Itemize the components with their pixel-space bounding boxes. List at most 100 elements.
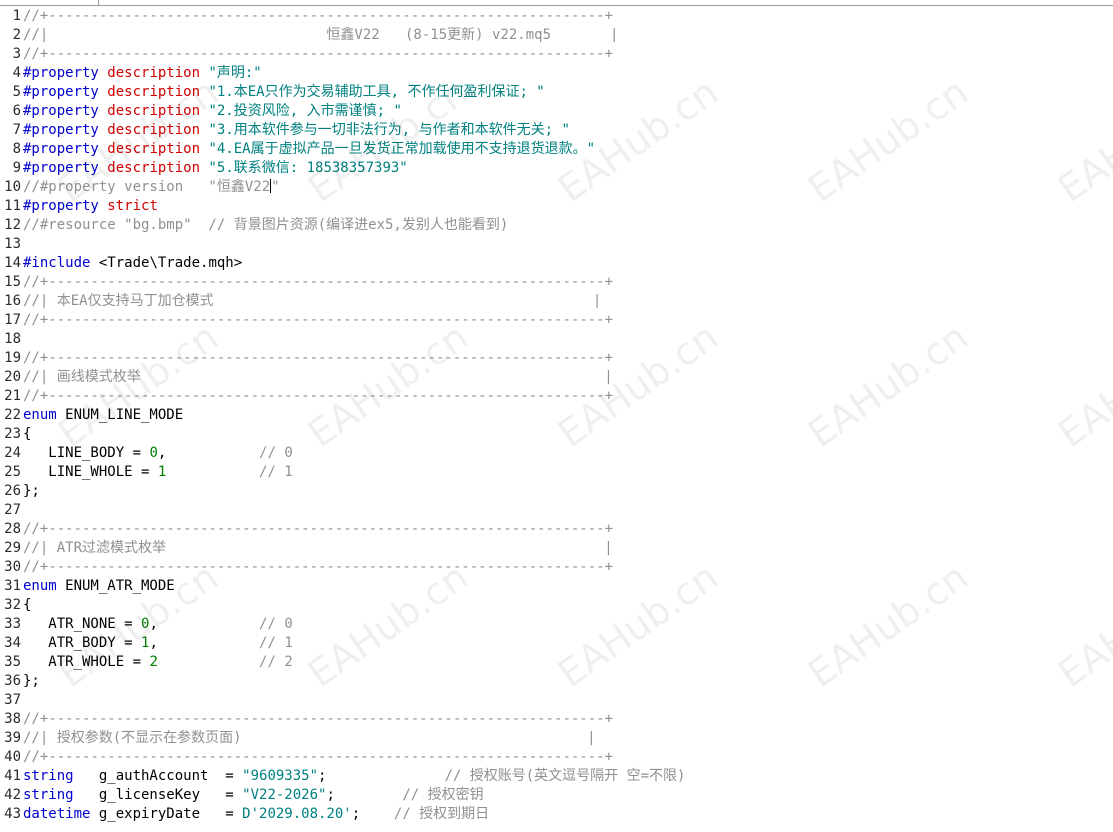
line-code: //+-------------------------------------…: [23, 387, 613, 406]
line-code: #property description "2.投资风险, 入市需谨慎; ": [23, 102, 402, 121]
string-literal-token: "4.EA属于虚拟产品一旦发货正常加载使用不支持退货退款。": [208, 141, 596, 157]
keyword-token: enum: [23, 578, 57, 594]
active-file-tab[interactable]: [0, 0, 99, 5]
line-number: 31: [4, 578, 21, 594]
string-literal-token: "5.联系微信: 18538357393": [208, 160, 408, 176]
line-number: 15: [4, 274, 21, 290]
code-token: ENUM_ATR_MODE: [56, 578, 175, 594]
line-code: {: [23, 425, 31, 444]
code-token: {: [23, 426, 32, 442]
line-number: 43: [4, 806, 21, 822]
line-code: //| ATR过滤模式枚举 |: [23, 539, 613, 558]
line-code: //+-------------------------------------…: [23, 45, 613, 64]
line-code: #property description "声明:": [23, 64, 262, 83]
code-editor[interactable]: 1//+------------------------------------…: [0, 7, 1113, 832]
property-name-token: description: [107, 122, 201, 138]
line-number: 39: [4, 730, 21, 746]
line-code: string g_authAccount = "9609335"; // 授权账…: [23, 767, 685, 786]
line-number: 33: [4, 616, 21, 632]
comment-token: // 授权账号(英文逗号隔开 空=不限): [444, 768, 686, 784]
line-code: ATR_NONE = 0, // 0: [23, 615, 292, 634]
line-number: 28: [4, 521, 21, 537]
line-code: ATR_BODY = 1, // 1: [23, 634, 292, 653]
line-code: datetime g_expiryDate = D'2029.08.20'; /…: [23, 805, 489, 824]
line-code: //+-------------------------------------…: [23, 273, 613, 292]
line-number: 14: [4, 255, 21, 271]
code-token: ;: [326, 787, 403, 803]
directive-token: #property: [23, 198, 99, 214]
line-number: 19: [4, 350, 21, 366]
line-code: {: [23, 596, 31, 615]
property-name-token: description: [107, 141, 201, 157]
keyword-token: string: [23, 787, 74, 803]
code-token: g_licenseKey =: [73, 787, 243, 803]
line-number: 6: [12, 103, 21, 119]
code-token: ATR_WHOLE =: [23, 654, 150, 670]
line-number: 36: [4, 673, 21, 689]
property-name-token: strict: [107, 198, 158, 214]
line-number: 38: [4, 711, 21, 727]
line-code: #property description "1.本EA只作为交易辅助工具, 不…: [23, 83, 545, 102]
line-number: 5: [12, 84, 21, 100]
comment-token: //#resource "bg.bmp" // 背景图片资源(编译进ex5,发别…: [23, 217, 509, 233]
property-name-token: description: [107, 103, 201, 119]
line-number: 34: [4, 635, 21, 651]
line-number: 29: [4, 540, 21, 556]
comment-token: //+-------------------------------------…: [23, 274, 614, 290]
code-token: <Trade\Trade.mqh>: [90, 255, 243, 271]
code-token: ATR_NONE =: [23, 616, 142, 632]
line-code: //| 画线模式枚举 |: [23, 368, 613, 387]
string-literal-token: "1.本EA只作为交易辅助工具, 不作任何盈利保证; ": [208, 84, 545, 100]
comment-token: //+-------------------------------------…: [23, 559, 614, 575]
code-token: ,: [149, 616, 260, 632]
line-number: 7: [12, 122, 21, 138]
code-token: };: [23, 483, 40, 499]
string-literal-token: D'2029.08.20': [242, 806, 352, 822]
line-number: 11: [4, 198, 21, 214]
comment-token: // 授权到期日: [393, 806, 490, 822]
line-number: 40: [4, 749, 21, 765]
line-number: 26: [4, 483, 21, 499]
comment-token: //+-------------------------------------…: [23, 388, 614, 404]
line-code: #property description "3.用本软件参与一切非法行为, 与…: [23, 121, 570, 140]
line-number: 9: [12, 160, 21, 176]
directive-token: #property: [23, 65, 99, 81]
line-code: LINE_BODY = 0, // 0: [23, 444, 292, 463]
string-literal-token: "2.投资风险, 入市需谨慎; ": [208, 103, 402, 119]
property-name-token: description: [107, 65, 201, 81]
code-token: ,: [157, 445, 260, 461]
line-number: 4: [12, 65, 21, 81]
line-number: 8: [12, 141, 21, 157]
line-number: 18: [4, 331, 21, 347]
line-code: enum ENUM_ATR_MODE: [23, 577, 175, 596]
comment-token: //+-------------------------------------…: [23, 521, 614, 537]
comment-token: //| 本EA仅支持马丁加仓模式 |: [23, 293, 602, 309]
keyword-token: enum: [23, 407, 57, 423]
line-code: //+-------------------------------------…: [23, 311, 613, 330]
comment-token: //+-------------------------------------…: [23, 711, 614, 727]
line-code: //+-------------------------------------…: [23, 748, 613, 767]
line-number: 37: [4, 692, 21, 708]
directive-token: #property: [23, 122, 99, 138]
line-code: #property description "5.联系微信: 185383573…: [23, 159, 408, 178]
line-number: 27: [4, 502, 21, 518]
line-code: ATR_WHOLE = 2 // 2: [23, 653, 293, 672]
line-number: 20: [4, 369, 21, 385]
line-number: 13: [4, 236, 21, 252]
directive-token: #include: [23, 255, 91, 271]
line-number: 41: [4, 768, 21, 784]
code-token: ;: [351, 806, 394, 822]
comment-token: //+-------------------------------------…: [23, 312, 614, 328]
comment-token: //| ATR过滤模式枚举 |: [23, 540, 613, 556]
line-number: 17: [4, 312, 21, 328]
line-code: };: [23, 482, 40, 501]
property-name-token: description: [107, 160, 201, 176]
line-code: enum ENUM_LINE_MODE: [23, 406, 183, 425]
code-token: ;: [318, 768, 445, 784]
comment-token: // 2: [259, 654, 293, 670]
directive-token: #property: [23, 160, 99, 176]
line-number: 2: [12, 27, 21, 43]
line-code: #include <Trade\Trade.mqh>: [23, 254, 242, 273]
